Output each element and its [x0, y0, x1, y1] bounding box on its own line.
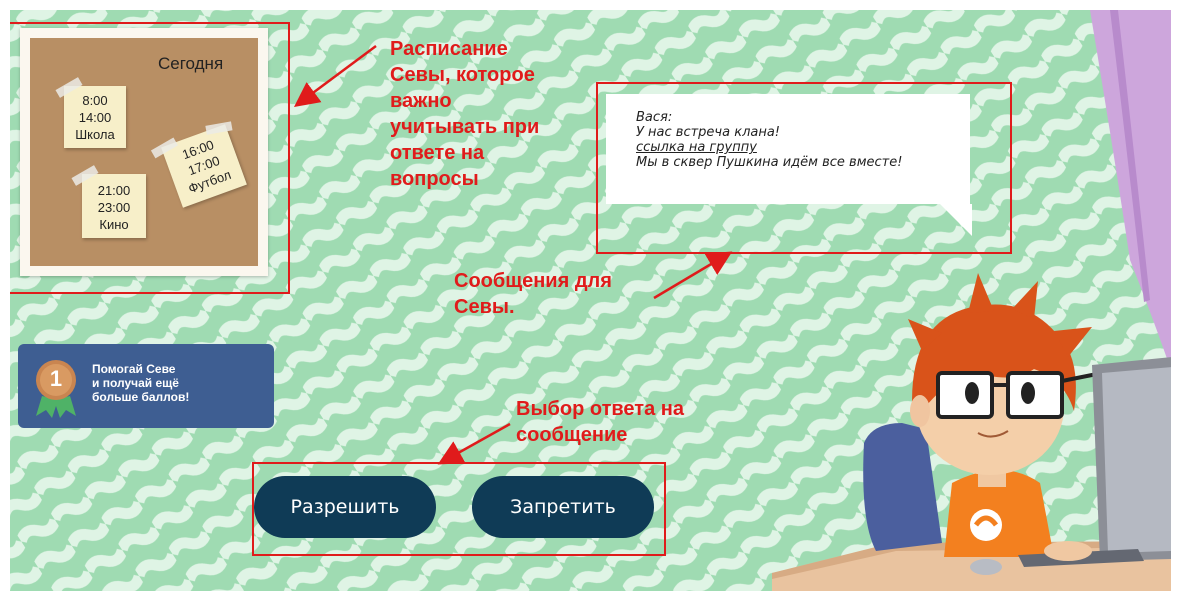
annotation-line: сообщение: [516, 424, 628, 446]
annotation-line: ответе на: [390, 142, 485, 164]
badge-text-2: и получай ещё: [92, 376, 179, 390]
badge-text-1: Помогай Севе: [92, 362, 176, 376]
annotation-line: учитывать при: [390, 116, 540, 138]
annotation-messages: Сообщения для Севы.: [454, 268, 612, 320]
messages-highlight: [596, 82, 1012, 254]
annotation-line: Выбор ответа на: [516, 398, 684, 420]
schedule-highlight: [10, 22, 290, 294]
annotation-line: Расписание: [390, 38, 508, 60]
character-illustration: [772, 273, 1171, 591]
points-badge: 1 Помогай Севе и получай ещё больше балл…: [18, 344, 274, 428]
game-scene: Сегодня 8:00 14:00 Школа 16:00 17:00 Фут…: [10, 10, 1171, 591]
annotation-schedule: Расписание Севы, которое важно учитывать…: [390, 36, 539, 192]
medal-number: 1: [49, 366, 63, 391]
annotation-line: Сообщения для: [454, 270, 612, 292]
annotation-line: вопросы: [390, 168, 479, 190]
badge-text-3: больше баллов!: [92, 390, 190, 404]
annotation-line: Севы.: [454, 296, 515, 318]
annotation-answer: Выбор ответа на сообщение: [516, 396, 684, 448]
annotation-line: важно: [390, 90, 452, 112]
answer-highlight: [252, 462, 666, 556]
annotation-line: Севы, которое: [390, 64, 535, 86]
